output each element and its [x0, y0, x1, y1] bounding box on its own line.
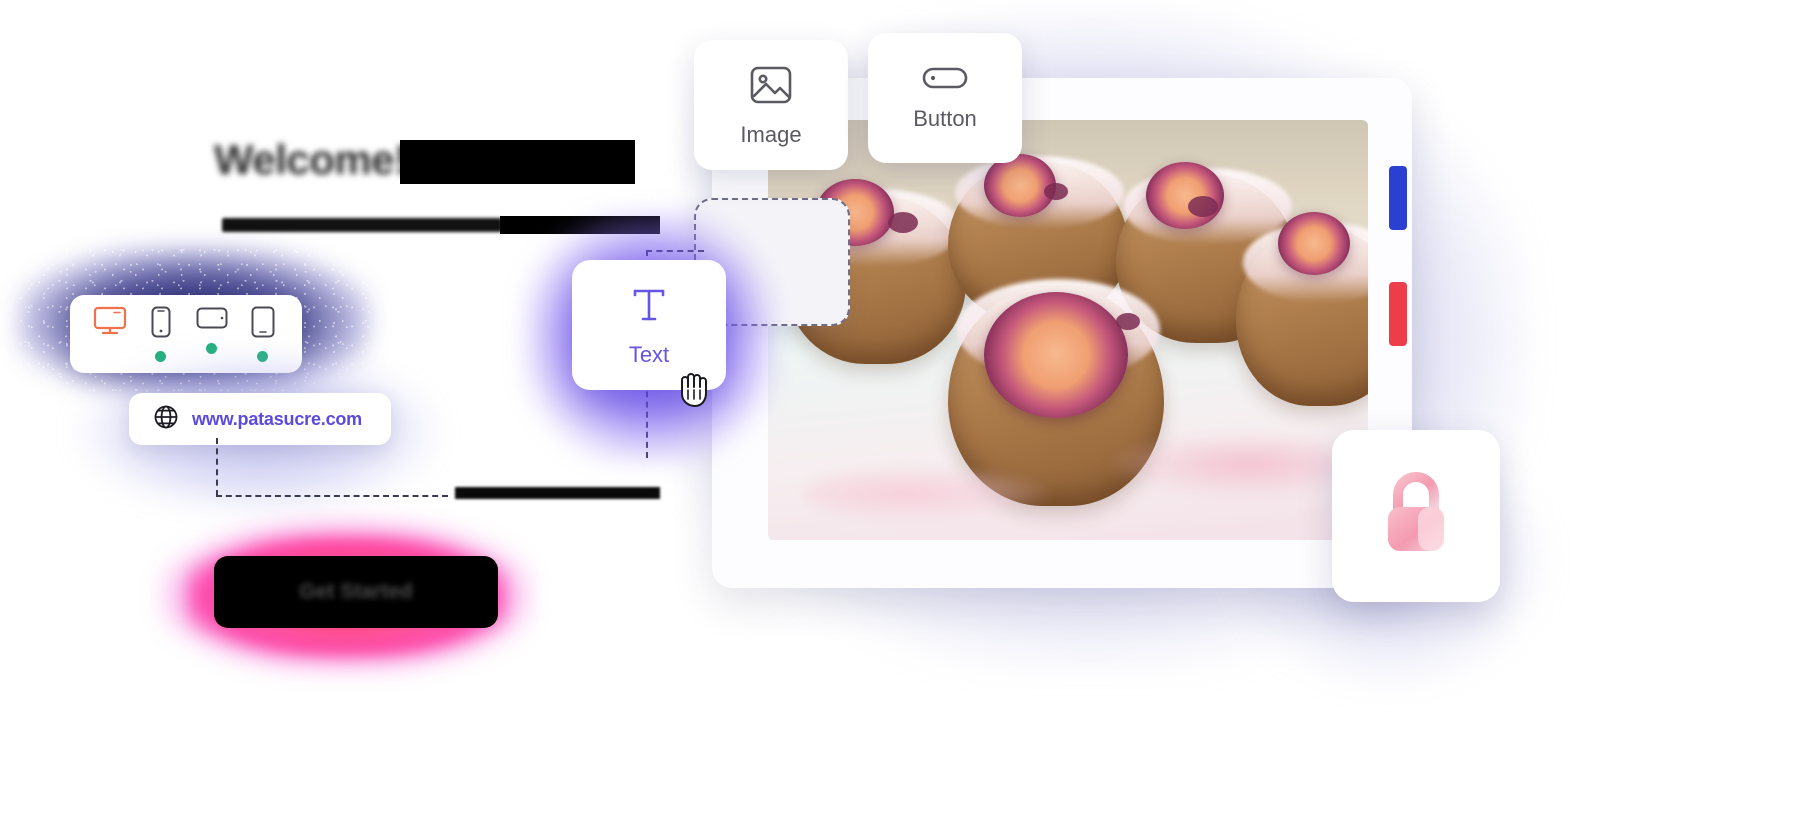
- widget-card-button-label: Button: [913, 105, 977, 131]
- text-t-icon: [627, 283, 671, 332]
- button-pill-icon: [922, 65, 968, 96]
- grab-hand-cursor: [672, 366, 720, 412]
- site-url-text: www.patasucre.com: [192, 408, 362, 429]
- cta-button-label: Get Started: [299, 580, 413, 603]
- globe-icon: [153, 404, 179, 435]
- preview-viewport: [768, 120, 1368, 540]
- tablet-portrait-icon: [251, 306, 275, 343]
- guide-line-vertical-left: [216, 438, 218, 496]
- hero-photo: [768, 120, 1368, 540]
- phone-icon: [151, 306, 171, 343]
- headline-redaction-bar: [400, 140, 635, 184]
- ssl-lock-card[interactable]: [1332, 430, 1500, 602]
- site-url-bar[interactable]: www.patasucre.com: [129, 393, 391, 445]
- chrome-accent-bar-red: [1389, 282, 1407, 346]
- cta-button[interactable]: Get Started: [214, 556, 498, 628]
- widget-card-text-label: Text: [628, 341, 670, 367]
- subheading-blurred-line: [222, 218, 502, 232]
- monitor-icon: [93, 306, 127, 341]
- tablet-landscape-icon: [196, 306, 228, 335]
- widget-card-image[interactable]: Image: [694, 40, 848, 170]
- lock-icon: [1374, 469, 1458, 564]
- image-icon: [749, 63, 793, 112]
- guide-line-horizontal-left: [216, 495, 448, 497]
- widget-card-image-label: Image: [740, 121, 802, 147]
- chrome-accent-bar-blue: [1389, 166, 1407, 230]
- device-option-tablet-landscape[interactable]: [192, 306, 232, 354]
- caption-blurred-line: [455, 487, 660, 499]
- hero-illustration: Welcome! www.patasucre.com Get Started I…: [0, 0, 1816, 821]
- widget-card-button[interactable]: Button: [868, 33, 1022, 163]
